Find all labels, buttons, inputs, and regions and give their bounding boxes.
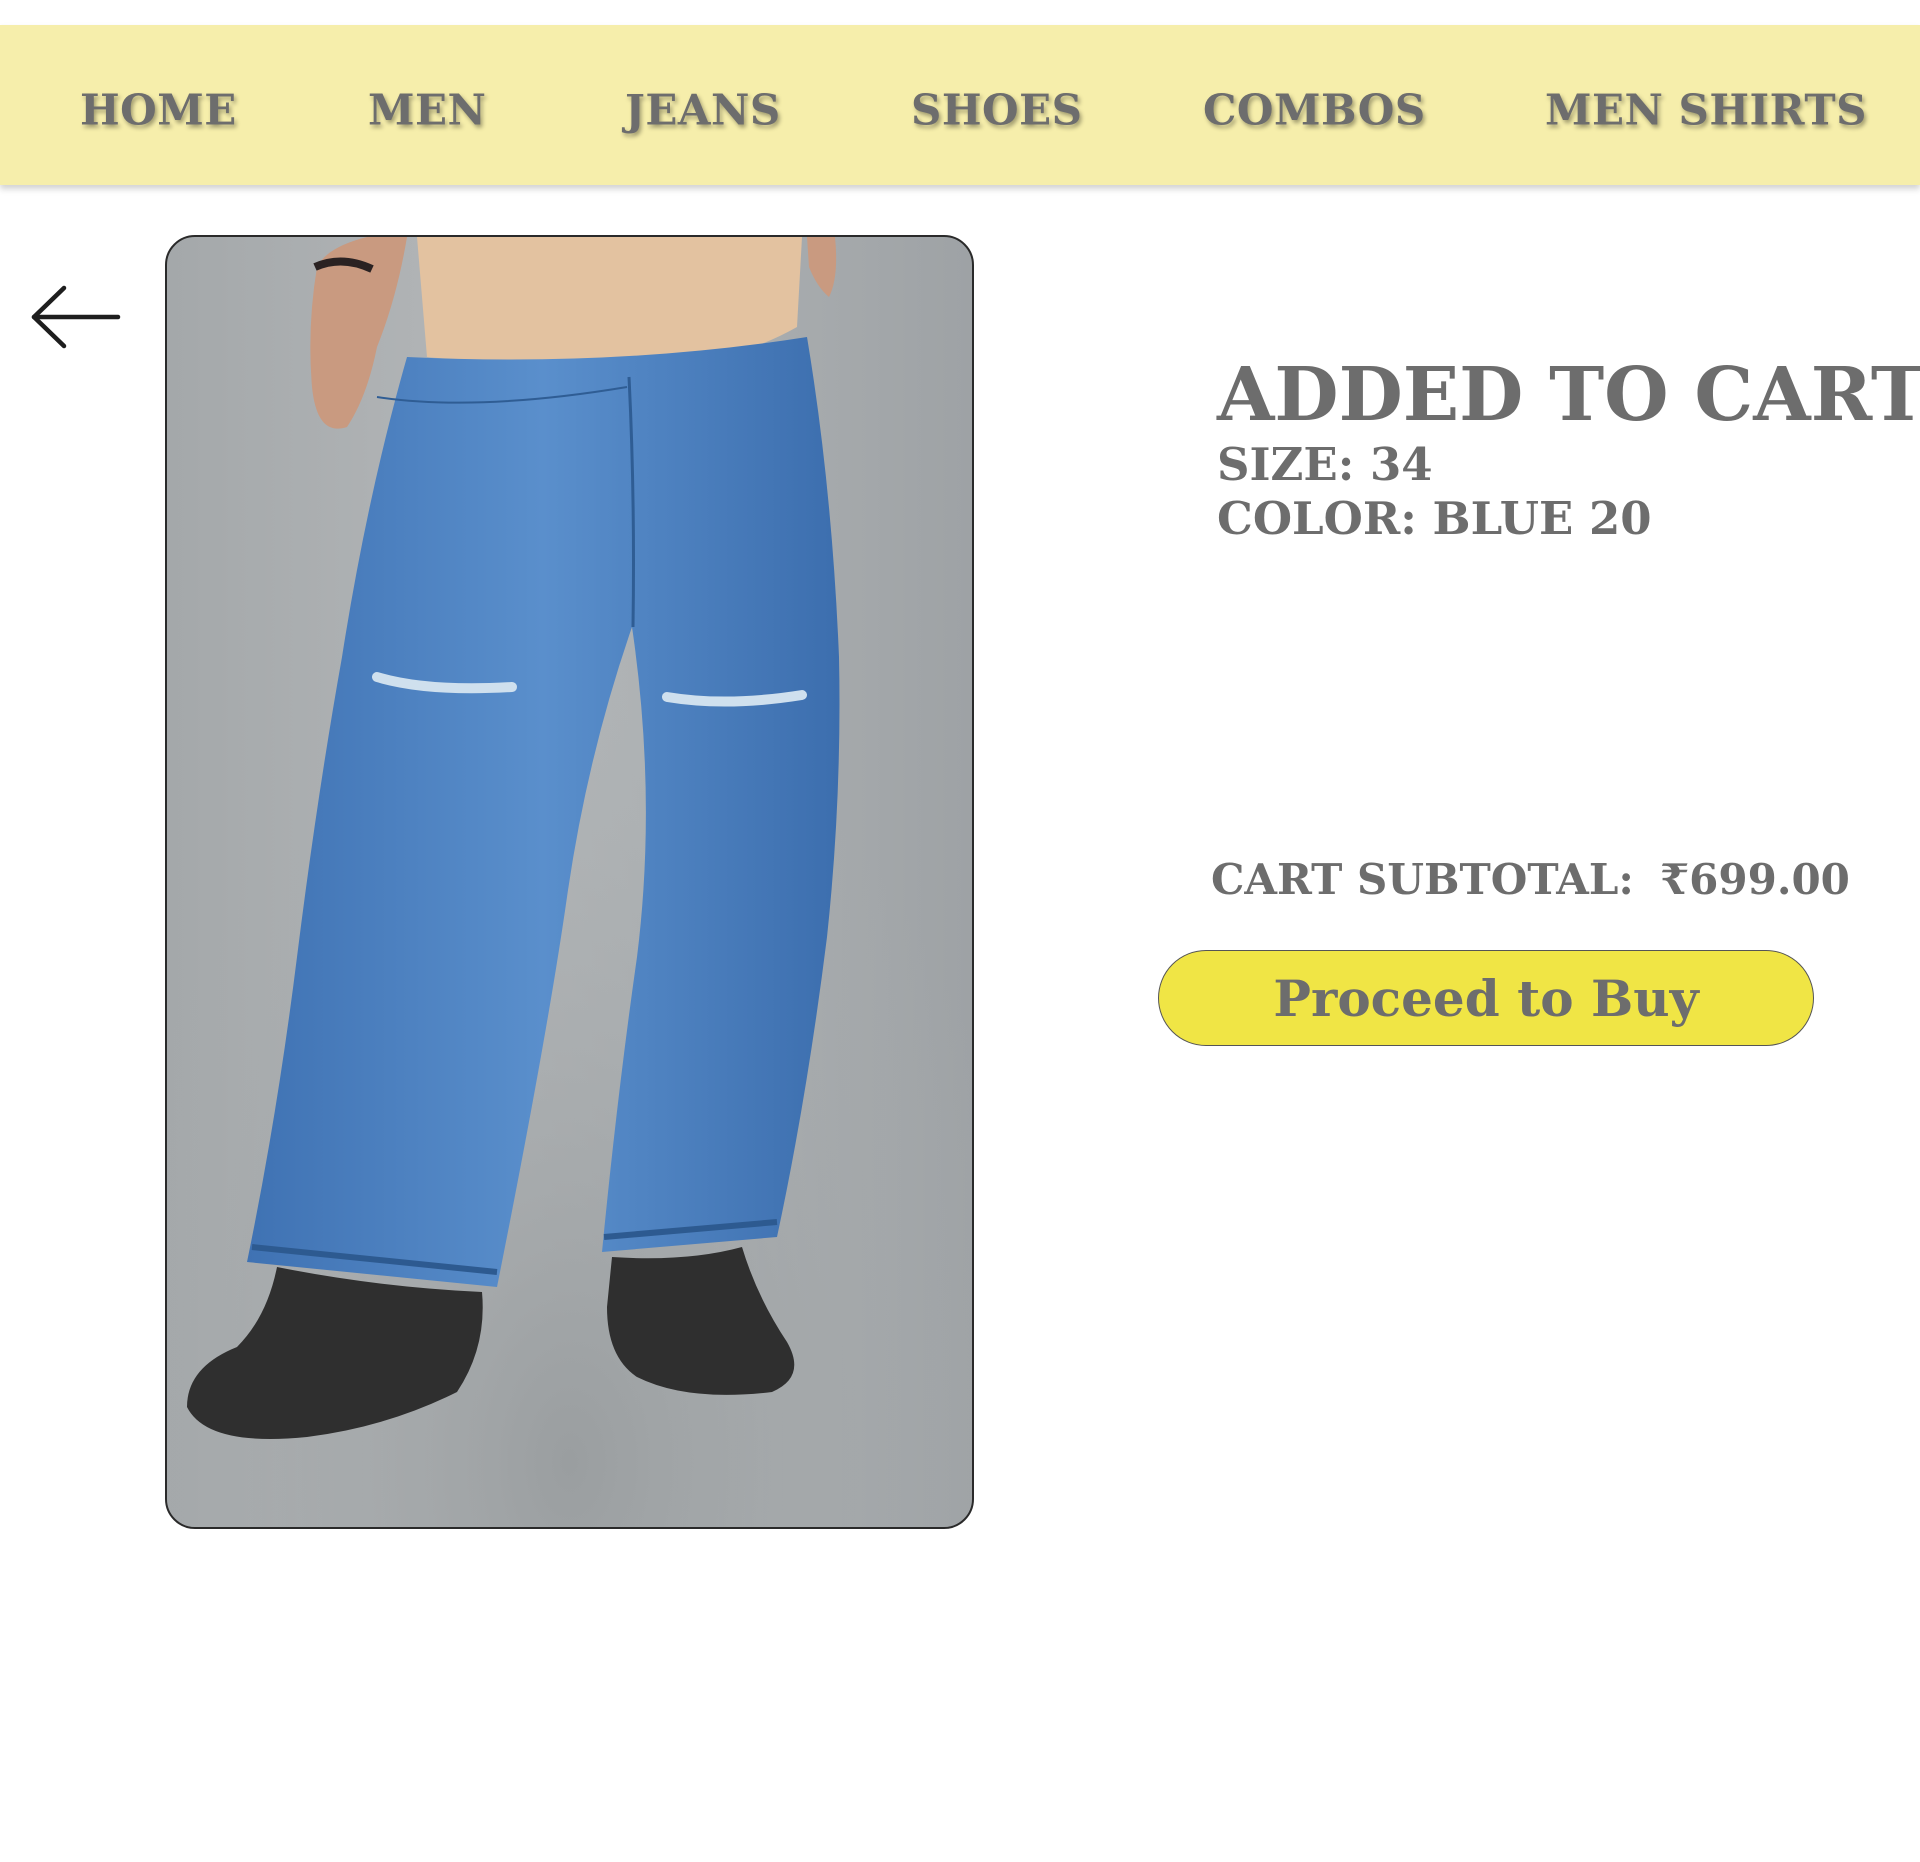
nav-item-jeans[interactable]: JEANS [625,86,781,135]
selected-size: SIZE: 34 [1217,438,1433,491]
nav-item-shoes[interactable]: SHOES [911,86,1082,135]
proceed-to-buy-button[interactable]: Proceed to Buy [1158,950,1814,1046]
back-button[interactable] [28,282,124,352]
cart-subtotal: CART SUBTOTAL: ₹699.00 [1211,855,1850,904]
added-to-cart-title: ADDED TO CART [1217,352,1920,438]
jeans-photo [167,237,972,1527]
product-image [165,235,974,1529]
selected-color: COLOR: BLUE 20 [1217,492,1652,545]
arrow-left-icon [31,285,121,349]
nav-item-home[interactable]: HOME [80,86,237,135]
cart-subtotal-label: CART SUBTOTAL: [1211,855,1634,904]
nav-item-men-shirts[interactable]: MEN SHIRTS [1545,86,1867,135]
nav-item-combos[interactable]: COMBOS [1203,86,1426,135]
cart-subtotal-value: ₹699.00 [1659,855,1850,904]
nav-item-men[interactable]: MEN [368,86,486,135]
top-nav-bar: HOME MEN JEANS SHOES COMBOS MEN SHIRTS [0,25,1920,185]
